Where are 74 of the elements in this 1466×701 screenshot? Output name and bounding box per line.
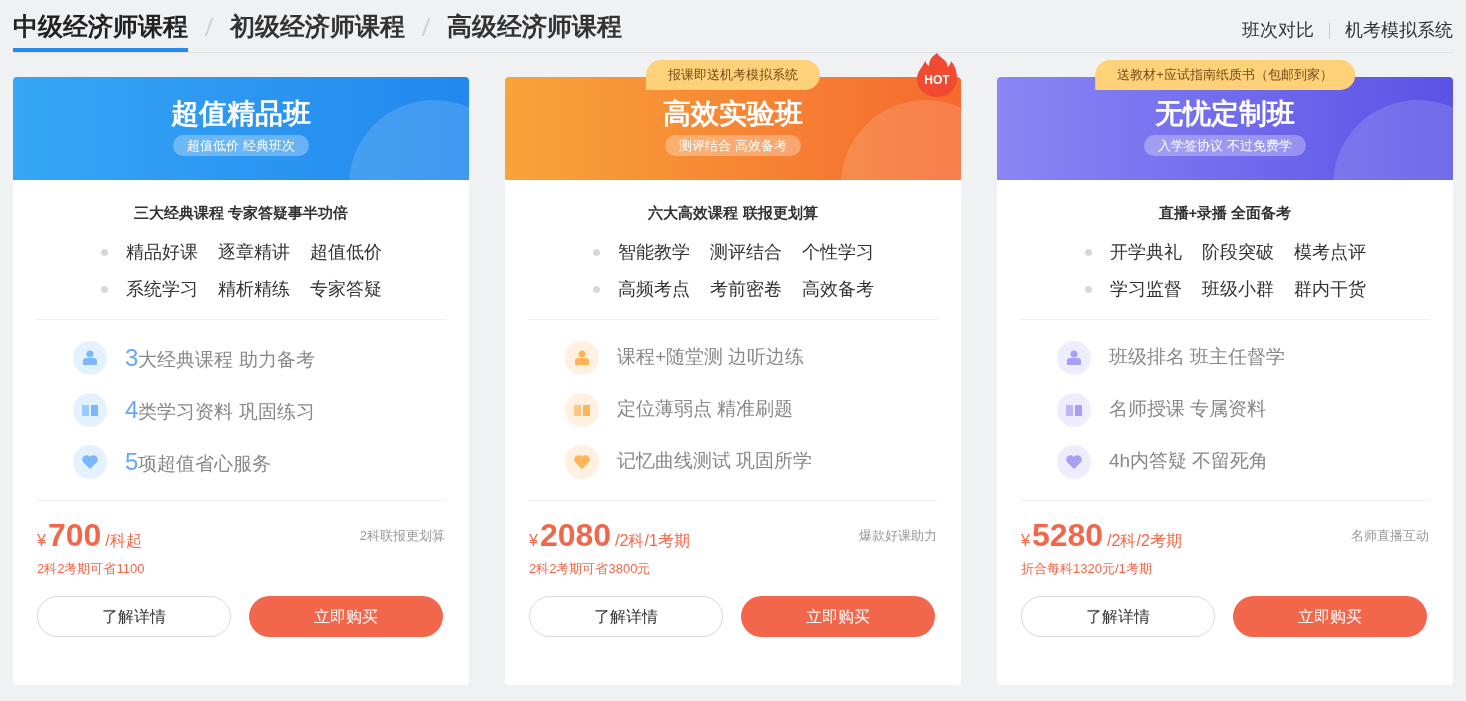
card-heading: 六大高效课程 联报更划算 xyxy=(647,203,819,223)
saving-text: 2科2考期可省3800元 xyxy=(529,559,652,578)
person-icon xyxy=(81,348,99,367)
card-title: 超值精品班 xyxy=(171,99,311,130)
price-unit: /2科/1考期 xyxy=(615,530,690,551)
bullet-dot xyxy=(1084,248,1092,256)
heart-icon xyxy=(81,452,99,471)
highlight-text: 系统学习 xyxy=(125,277,198,301)
highlight-text: 专家答疑 xyxy=(309,277,382,301)
person-icon xyxy=(573,348,591,367)
person-icon xyxy=(1065,348,1083,367)
price-amount: 2080 xyxy=(539,518,612,551)
card-heading: 直播+录播 全面备考 xyxy=(1157,203,1293,223)
highlight-text: 逐章精讲 xyxy=(217,240,290,264)
highlight-text: 精析精练 xyxy=(217,277,290,301)
currency-symbol: ¥ xyxy=(529,530,538,551)
feature-text: 4h内答疑 不留死角 xyxy=(1109,449,1269,474)
feature-text: 课程+随堂测 边听边练 xyxy=(617,345,805,370)
feature-text: 名师授课 专属资料 xyxy=(1109,397,1267,422)
heart-icon xyxy=(573,452,591,471)
saving-text: 折合每科1320元/1考期 xyxy=(1021,559,1153,578)
details-button[interactable]: 了解详情 xyxy=(37,596,231,637)
bullet-dot xyxy=(1084,285,1092,293)
price-amount: 700 xyxy=(47,518,102,551)
card-title: 无忧定制班 xyxy=(1155,99,1295,130)
heart-icon xyxy=(1065,452,1083,471)
details-button[interactable]: 了解详情 xyxy=(529,596,723,637)
card-subtitle: 入学签协议 不过免费学 xyxy=(1144,134,1306,157)
highlight-text: 班级小群 xyxy=(1201,277,1274,301)
bullet-dot xyxy=(592,248,600,256)
currency-symbol: ¥ xyxy=(1021,530,1030,551)
highlight-text: 考前密卷 xyxy=(709,277,782,301)
highlight-text: 精品好课 xyxy=(125,240,198,264)
highlight-text: 阶段突破 xyxy=(1201,240,1274,264)
card-subtitle: 测评结合 高效备考 xyxy=(665,134,801,157)
price-note: 名师直播互动 xyxy=(1351,526,1429,545)
card-heading: 三大经典课程 专家答疑事半功倍 xyxy=(132,203,350,223)
promo-ribbon: 报课即送机考模拟系统 xyxy=(646,60,820,90)
highlight-text: 高频考点 xyxy=(617,277,690,301)
bullet-dot xyxy=(100,248,108,256)
feature-text: 3大经典课程 助力备考 xyxy=(125,342,315,373)
highlight-text: 开学典礼 xyxy=(1109,240,1182,264)
course-tab[interactable]: 初级经济师课程 xyxy=(230,1,405,52)
promo-ribbon: 送教材+应试指南纸质书（包邮到家） xyxy=(1095,60,1355,90)
highlight-text: 高效备考 xyxy=(801,277,874,301)
currency-symbol: ¥ xyxy=(37,530,46,551)
header-link[interactable]: 机考模拟系统 xyxy=(1345,17,1453,44)
feature-text: 4类学习资料 巩固练习 xyxy=(125,394,315,425)
price-amount: 5280 xyxy=(1031,518,1104,551)
feature-text: 记忆曲线测试 巩固所学 xyxy=(617,449,813,474)
feature-text: 定位薄弱点 精准刷题 xyxy=(617,397,794,422)
highlight-text: 超值低价 xyxy=(309,240,382,264)
bullet-dot xyxy=(100,285,108,293)
highlight-text: 群内干货 xyxy=(1293,277,1366,301)
price-unit: /科起 xyxy=(105,530,142,551)
hot-badge: HOT xyxy=(917,51,957,97)
card-subtitle: 超值低价 经典班次 xyxy=(173,134,309,157)
price-unit: /2科/2考期 xyxy=(1107,530,1182,551)
details-button[interactable]: 了解详情 xyxy=(1021,596,1215,637)
highlight-text: 个性学习 xyxy=(801,240,874,264)
saving-text: 2科2考期可省1100 xyxy=(37,559,146,578)
highlight-text: 模考点评 xyxy=(1293,240,1366,264)
price-note: 爆款好课助力 xyxy=(859,526,937,545)
highlight-text: 智能教学 xyxy=(617,240,690,264)
header-link[interactable]: 班次对比 xyxy=(1242,17,1314,44)
feature-text: 5项超值省心服务 xyxy=(125,446,272,477)
price-note: 2科联报更划算 xyxy=(359,526,445,545)
highlight-text: 测评结合 xyxy=(709,240,782,264)
highlight-text: 学习监督 xyxy=(1109,277,1182,301)
bullet-dot xyxy=(592,285,600,293)
feature-text: 班级排名 班主任督学 xyxy=(1109,345,1286,370)
card-title: 高效实验班 xyxy=(663,99,803,130)
course-tab[interactable]: 高级经济师课程 xyxy=(447,1,622,52)
course-tab[interactable]: 中级经济师课程 xyxy=(13,1,188,52)
